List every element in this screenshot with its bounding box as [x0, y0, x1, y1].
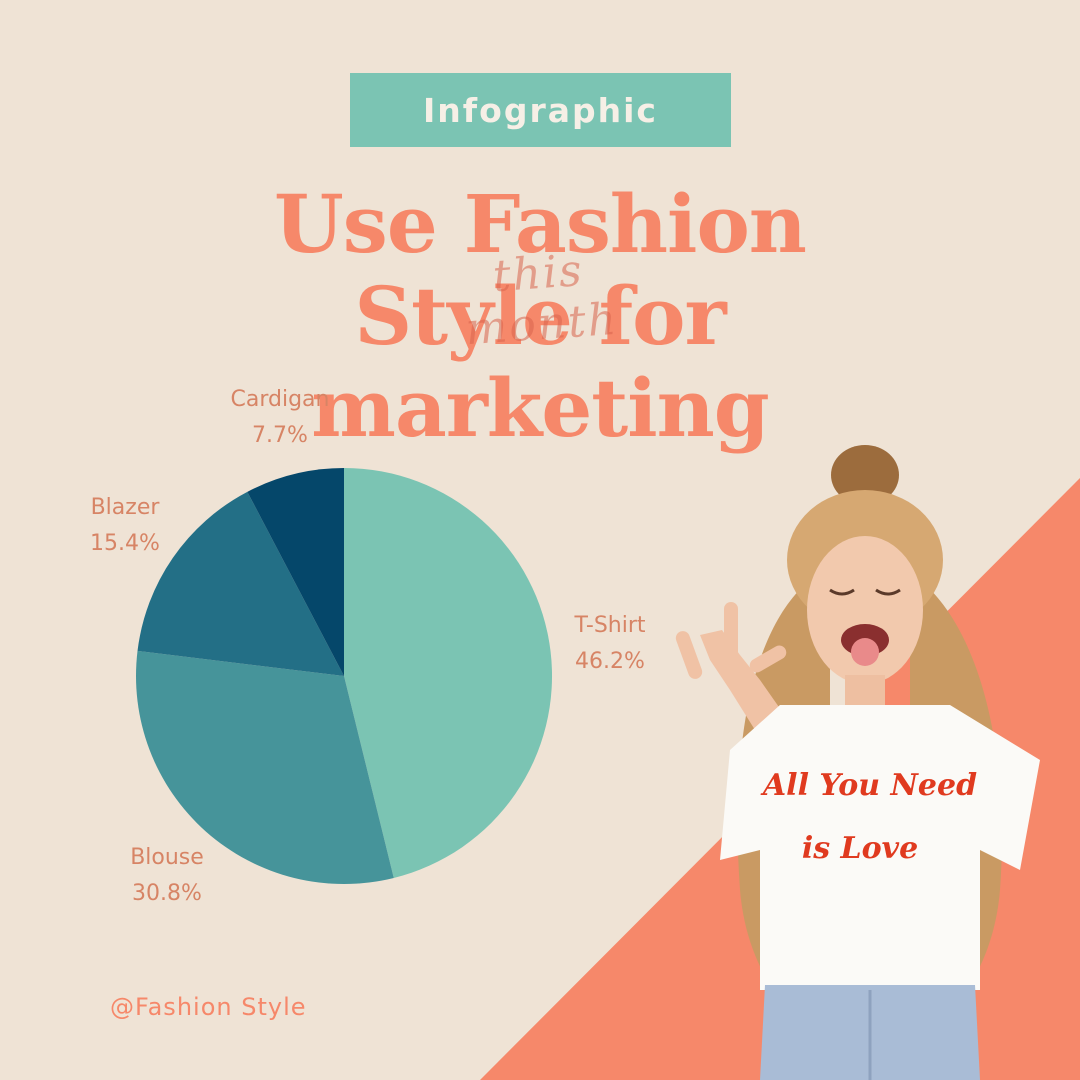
shirt-text-line-1: All You Need: [760, 768, 977, 803]
slice-label-blazer: Blazer 15.4%: [70, 490, 180, 562]
shirt-text-line-2: is Love: [802, 831, 918, 866]
slice-label-blouse: Blouse 30.8%: [112, 840, 222, 912]
hand-finger-1: [675, 631, 703, 679]
slice-label-tshirt: T-Shirt 46.2%: [555, 608, 665, 680]
model-photo: All You Need is Love: [675, 445, 1040, 1080]
slice-name-blazer: Blazer: [90, 495, 160, 520]
tongue: [851, 638, 879, 666]
slice-value-cardigan: 7.7%: [252, 423, 308, 448]
social-handle: @Fashion Style: [110, 993, 307, 1021]
neck: [845, 675, 885, 710]
slice-value-blazer: 15.4%: [90, 531, 160, 556]
slice-value-tshirt: 46.2%: [575, 649, 645, 674]
slice-label-cardigan: Cardigan 7.7%: [210, 382, 350, 454]
slice-name-blouse: Blouse: [130, 845, 204, 870]
slice-name-tshirt: T-Shirt: [574, 613, 646, 638]
infographic-canvas: Infographic Use Fashion Style for market…: [0, 0, 1080, 1080]
hand-finger-2: [724, 602, 738, 660]
slice-value-blouse: 30.8%: [132, 881, 202, 906]
slice-name-cardigan: Cardigan: [230, 387, 330, 412]
